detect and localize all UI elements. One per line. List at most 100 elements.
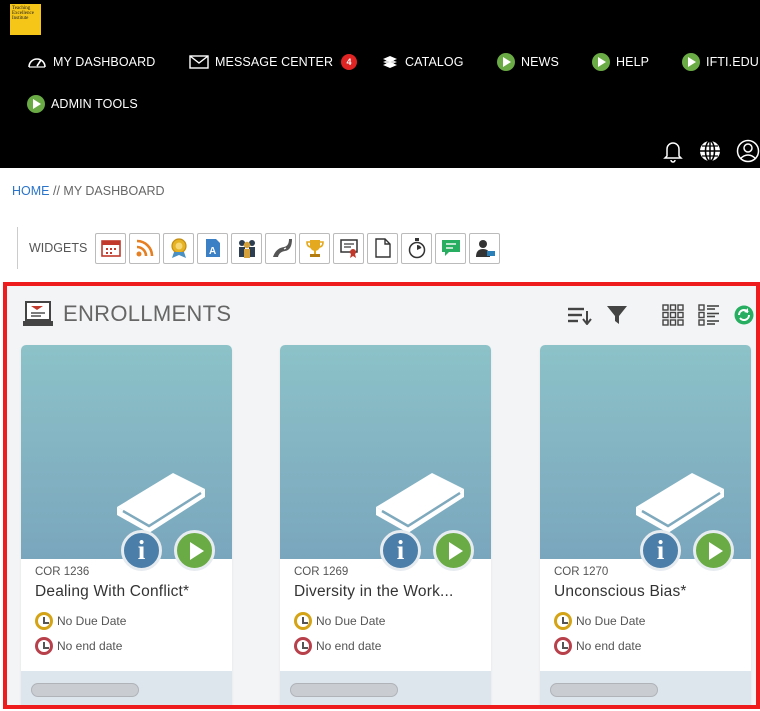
user-admin-widget-button[interactable] (469, 232, 501, 264)
due-date-text: No Due Date (57, 614, 127, 628)
unread-count-badge: 4 (341, 54, 358, 70)
calendar-widget-button[interactable] (95, 232, 127, 264)
filter-icon[interactable] (606, 304, 628, 326)
nav-label: MESSAGE CENTER (215, 55, 334, 69)
document-icon (375, 238, 391, 258)
clock-icon (294, 637, 312, 655)
card-footer (540, 671, 751, 705)
top-header: Teaching Excellence Institute MY DASHBOA… (0, 0, 760, 168)
rss-icon (136, 239, 154, 257)
card-footer (21, 671, 232, 705)
play-circle-icon (27, 95, 45, 113)
sort-icon[interactable] (566, 305, 592, 325)
nav-message-center[interactable]: MESSAGE CENTER 4 (189, 52, 358, 72)
certificate-widget-button[interactable] (333, 232, 365, 264)
course-thumbnail[interactable] (280, 345, 491, 559)
nav-label: ADMIN TOOLS (51, 97, 138, 111)
stopwatch-widget-button[interactable] (401, 232, 433, 264)
course-info-button[interactable]: i (121, 530, 162, 571)
transcript-icon: A (205, 239, 220, 257)
transcript-widget-button[interactable]: A (197, 232, 229, 264)
breadcrumb-current: MY DASHBOARD (63, 184, 165, 198)
people-icon (238, 240, 255, 258)
rss-widget-button[interactable] (129, 232, 161, 264)
breadcrumb-home-link[interactable]: HOME (12, 184, 50, 198)
refresh-icon[interactable] (734, 305, 754, 325)
learning-path-widget-button[interactable] (265, 232, 297, 264)
enrollments-panel: ENROLLMENTS i COR 1236 Dealing With Conf… (3, 282, 760, 709)
progress-bar (550, 683, 658, 697)
end-date-text: No end date (316, 639, 382, 653)
envelope-icon (189, 55, 209, 69)
chat-icon (441, 240, 460, 256)
due-date-text: No Due Date (576, 614, 646, 628)
people-widget-button[interactable] (231, 232, 263, 264)
course-code: COR 1269 (294, 566, 349, 578)
nav-catalog[interactable]: CATALOG (381, 52, 464, 72)
stopwatch-icon (408, 238, 426, 259)
play-circle-icon (592, 53, 610, 71)
clock-icon (35, 637, 53, 655)
course-thumbnail[interactable] (540, 345, 751, 559)
nav-news[interactable]: NEWS (497, 52, 559, 72)
widgets-label: WIDGETS (29, 241, 88, 255)
end-date-text: No end date (57, 639, 123, 653)
nav-label: NEWS (521, 55, 559, 69)
nav-help[interactable]: HELP (592, 52, 649, 72)
institute-logo[interactable]: Teaching Excellence Institute (10, 4, 41, 35)
card-footer (280, 671, 491, 705)
launch-course-button[interactable] (433, 530, 474, 571)
nav-label: HELP (616, 55, 650, 69)
enrollments-header: ENROLLMENTS (23, 300, 231, 328)
books-icon (383, 56, 397, 68)
book-icon (117, 473, 205, 533)
award-widget-button[interactable] (163, 232, 195, 264)
logo-text: Teaching Excellence Institute (12, 6, 34, 21)
laptop-course-icon (23, 301, 53, 326)
trophy-icon (306, 240, 324, 257)
course-info-button[interactable]: i (640, 530, 681, 571)
globe-icon[interactable] (698, 139, 722, 163)
clock-icon (35, 612, 53, 630)
progress-bar (31, 683, 139, 697)
grid-view-icon[interactable] (662, 304, 684, 326)
course-title[interactable]: Diversity in the Work... (294, 583, 484, 601)
user-admin-icon (475, 240, 495, 257)
course-title[interactable]: Dealing With Conflict* (35, 583, 225, 601)
nav-admin-tools[interactable]: ADMIN TOOLS (27, 94, 138, 114)
course-card[interactable]: i COR 1269 Diversity in the Work... No D… (280, 345, 491, 705)
course-card[interactable]: i COR 1236 Dealing With Conflict* No Due… (21, 345, 232, 705)
course-info-button[interactable]: i (380, 530, 421, 571)
play-circle-icon (497, 53, 515, 71)
course-title[interactable]: Unconscious Bias* (554, 583, 744, 601)
user-icon[interactable] (736, 139, 760, 163)
trophy-widget-button[interactable] (299, 232, 331, 264)
clock-icon (294, 612, 312, 630)
certificate-icon (340, 239, 358, 258)
nav-label: CATALOG (405, 55, 464, 69)
end-date-row: No end date (294, 637, 381, 655)
nav-ifti-edu[interactable]: IFTI.EDU (682, 52, 759, 72)
end-date-row: No end date (35, 637, 122, 655)
nav-label: IFTI.EDU (706, 55, 759, 69)
course-card[interactable]: i COR 1270 Unconscious Bias* No Due Date… (540, 345, 751, 705)
document-widget-button[interactable] (367, 232, 399, 264)
enrollments-toolbar (566, 304, 754, 326)
bell-icon[interactable] (662, 139, 684, 163)
nav-my-dashboard[interactable]: MY DASHBOARD (27, 52, 155, 72)
course-thumbnail[interactable] (21, 345, 232, 559)
list-view-icon[interactable] (698, 304, 720, 326)
end-date-row: No end date (554, 637, 641, 655)
nav-label: MY DASHBOARD (53, 55, 156, 69)
launch-course-button[interactable] (693, 530, 734, 571)
due-date-row: No Due Date (294, 612, 385, 630)
clock-icon (554, 637, 572, 655)
chat-widget-button[interactable] (435, 232, 467, 264)
calendar-icon (101, 240, 121, 257)
svg-text:A: A (209, 246, 216, 257)
due-date-row: No Due Date (554, 612, 645, 630)
launch-course-button[interactable] (174, 530, 215, 571)
widgets-bar: WIDGETS A (17, 227, 757, 269)
course-code: COR 1236 (35, 566, 90, 578)
award-badge-icon (171, 238, 187, 258)
